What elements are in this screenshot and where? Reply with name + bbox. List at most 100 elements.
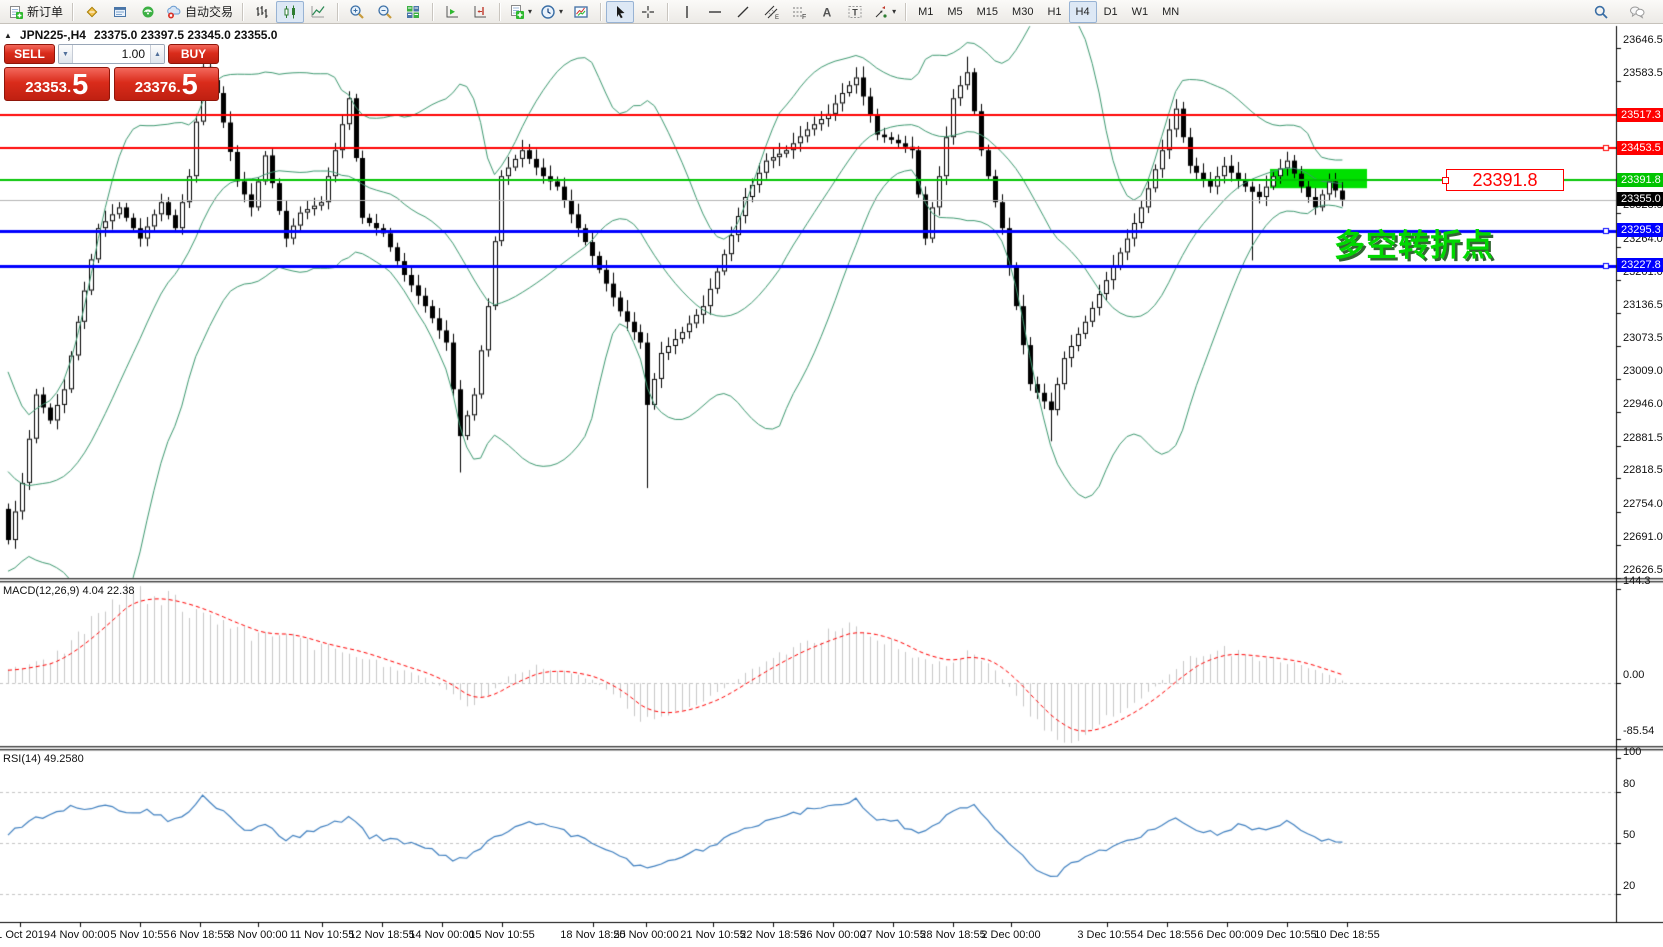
bar-chart-icon — [254, 4, 270, 20]
toolbar-button-label: D1 — [1104, 6, 1118, 18]
toolbar-button-new-order[interactable]: 新订单 — [4, 1, 67, 23]
dropdown-arrow-icon: ▾ — [892, 7, 896, 16]
toolbar-button-autotrading[interactable]: 自动交易 — [162, 1, 237, 23]
price-badge: 23517.3 — [1617, 108, 1663, 122]
toolbar-button-bar-chart[interactable] — [248, 1, 276, 23]
price-tick-label: 23073.5 — [1623, 332, 1663, 344]
buy-button[interactable]: BUY — [168, 44, 219, 64]
volume-control: ▼ ▲ — [58, 44, 165, 64]
buy-price-big-digit: 5 — [182, 72, 198, 99]
price-callout-label[interactable]: 23391.8 — [1446, 169, 1564, 191]
timeframe-button-tf-m5[interactable]: M5 — [940, 1, 969, 23]
indicators-icon — [509, 4, 525, 20]
one-click-trading-panel: SELL ▼ ▲ BUY 23353.5 23376.5 — [4, 44, 219, 101]
toolbar-button-indicators[interactable]: ▾ — [505, 1, 536, 23]
date-tick-label: 22 Nov 18:55 — [740, 929, 805, 941]
toolbar-button-label: M15 — [977, 6, 998, 18]
date-tick-label: 27 Nov 10:55 — [860, 929, 925, 941]
timeframe-button-tf-m15[interactable]: M15 — [970, 1, 1005, 23]
price-tick-label: 23583.5 — [1623, 67, 1663, 79]
buy-price-button[interactable]: 23376.5 — [114, 67, 220, 101]
price-tick-label: 23646.5 — [1623, 34, 1663, 46]
timeframe-button-tf-d1[interactable]: D1 — [1097, 1, 1125, 23]
rsi-indicator-label: RSI(14) 49.2580 — [3, 753, 84, 765]
autotrading-icon — [166, 4, 182, 20]
rsi-tick-label: 20 — [1623, 880, 1635, 892]
price-badge: 23391.8 — [1617, 173, 1663, 187]
svg-text:T: T — [852, 7, 858, 17]
toolbar-button-market-watch[interactable] — [78, 1, 106, 23]
toolbar-right — [1587, 1, 1659, 23]
toolbar-groups: 新订单 自动交易 ▾ ▾ EFA T ▾ M1M5 M15 M30 H1 H4 D1 W1MN — [4, 1, 1186, 23]
toolbar-button-text-label[interactable]: T — [841, 1, 869, 23]
turning-point-annotation[interactable]: 多空转折点 — [1334, 220, 1494, 265]
toolbar-button-periods[interactable]: ▾ — [536, 1, 567, 23]
toolbar-button-equidistant-channel[interactable]: E — [757, 1, 785, 23]
date-tick-label: 2 Dec 00:00 — [981, 929, 1040, 941]
date-tick-label: 3 Dec 10:55 — [1077, 929, 1136, 941]
date-tick-label: 6 Dec 00:00 — [1197, 929, 1256, 941]
one-click-collapse-icon[interactable]: ▲ — [4, 31, 12, 40]
timeframe-button-tf-h1[interactable]: H1 — [1040, 1, 1068, 23]
timeframe-button-tf-h4[interactable]: H4 — [1069, 1, 1097, 23]
volume-input[interactable] — [73, 45, 150, 63]
toolbar-button-data-window[interactable] — [106, 1, 134, 23]
toolbar-button-crosshair[interactable] — [634, 1, 662, 23]
main-toolbar: 新订单 自动交易 ▾ ▾ EFA T ▾ M1M5 M15 M30 H1 H4 D1 W1MN — [0, 0, 1663, 24]
toolbar-button-vertical-line[interactable] — [673, 1, 701, 23]
price-chart-canvas[interactable] — [0, 0, 1663, 947]
toolbar-button-arrows[interactable]: ▾ — [869, 1, 900, 23]
date-tick-label: 21 Nov 10:55 — [680, 929, 745, 941]
toolbar-button-zoom-out[interactable] — [371, 1, 399, 23]
price-axis[interactable]: 23646.523583.523328.523264.023201.023136… — [1617, 24, 1663, 947]
toolbar-button-text[interactable]: A — [813, 1, 841, 23]
toolbar-button-auto-scroll[interactable] — [438, 1, 466, 23]
toolbar-button-line-chart[interactable] — [304, 1, 332, 23]
toolbar-button-label: M30 — [1012, 6, 1033, 18]
date-tick-label: 28 Nov 18:55 — [920, 929, 985, 941]
volume-decrease-button[interactable]: ▼ — [59, 45, 73, 63]
new-order-icon — [8, 4, 24, 20]
chart-symbol-header: ▲ JPN225-,H4 23375.0 23397.5 23345.0 233… — [4, 28, 277, 42]
dropdown-arrow-icon: ▾ — [528, 7, 532, 16]
toolbar-button-trendline[interactable] — [729, 1, 757, 23]
timeframe-button-tf-w1[interactable]: W1 — [1125, 1, 1156, 23]
data-window-icon — [112, 4, 128, 20]
price-tick-label: 22946.0 — [1623, 398, 1663, 410]
toolbar-button-tile-windows[interactable] — [399, 1, 427, 23]
toolbar-button-zoom-in[interactable] — [343, 1, 371, 23]
toolbar-button-community[interactable] — [1623, 1, 1651, 23]
volume-increase-button[interactable]: ▲ — [150, 45, 164, 63]
toolbar-button-candlestick-chart[interactable] — [276, 1, 304, 23]
sell-price-main: 23353. — [25, 76, 71, 99]
toolbar-button-cursor[interactable] — [606, 1, 634, 23]
toolbar-button-fibonacci[interactable]: F — [785, 1, 813, 23]
text-t-icon: T — [847, 4, 863, 20]
timeframe-button-tf-m30[interactable]: M30 — [1005, 1, 1040, 23]
toolbar-button-horizontal-line[interactable] — [701, 1, 729, 23]
toolbar-button-chart-shift[interactable] — [466, 1, 494, 23]
toolbar-button-search[interactable] — [1587, 1, 1615, 23]
sell-button[interactable]: SELL — [4, 44, 55, 64]
shift-icon — [472, 4, 488, 20]
timeframe-button-tf-m1[interactable]: M1 — [911, 1, 940, 23]
timeframe-button-tf-mn[interactable]: MN — [1155, 1, 1186, 23]
time-axis[interactable]: 31 Oct 20194 Nov 00:005 Nov 10:556 Nov 1… — [0, 926, 1663, 947]
toolbar-separator — [72, 3, 73, 21]
candles-icon — [282, 4, 298, 20]
sell-price-big-digit: 5 — [72, 72, 88, 99]
chat-icon — [1629, 4, 1645, 20]
date-tick-label: 31 Oct 2019 — [0, 929, 50, 941]
symbol-period-label: JPN225-,H4 — [20, 28, 86, 42]
price-tick-label: 22818.5 — [1623, 464, 1663, 476]
toolbar-button-templates[interactable] — [567, 1, 595, 23]
toolbar-button-label: 自动交易 — [185, 3, 233, 20]
toolbar-button-label: H4 — [1076, 6, 1090, 18]
ohlc-quote-label: 23375.0 23397.5 23345.0 23355.0 — [94, 28, 278, 42]
line-chart-icon — [310, 4, 326, 20]
sell-price-button[interactable]: 23353.5 — [4, 67, 110, 101]
date-tick-label: 12 Nov 18:55 — [349, 929, 414, 941]
fibo-icon: F — [791, 4, 807, 20]
toolbar-separator — [499, 3, 500, 21]
toolbar-button-signals[interactable] — [134, 1, 162, 23]
